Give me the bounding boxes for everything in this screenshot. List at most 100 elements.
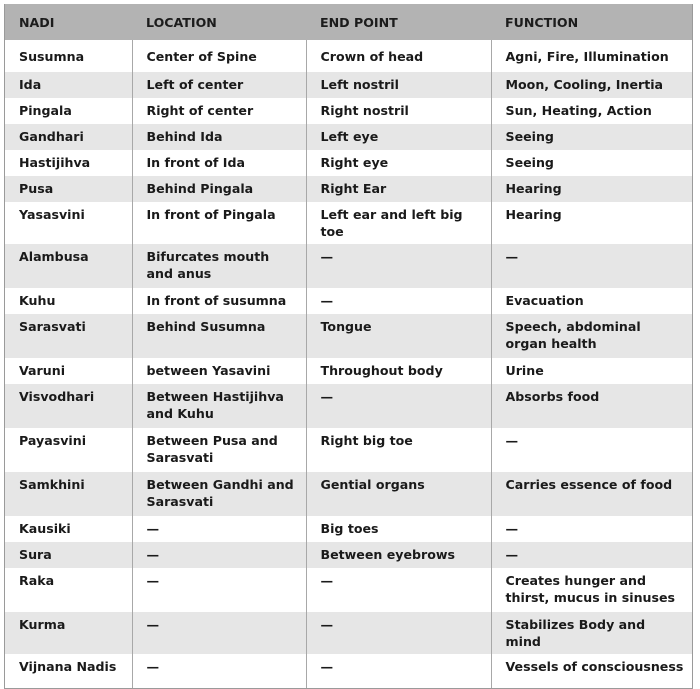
cell-function: — bbox=[490, 428, 692, 472]
cell-location: In front of Ida bbox=[131, 150, 306, 176]
cell-end-point: Crown of head bbox=[305, 40, 491, 72]
cell-end-point: — bbox=[305, 654, 491, 688]
cell-function: — bbox=[490, 244, 692, 288]
cell-location: Between Gandhi and Sarasvati bbox=[131, 472, 306, 516]
cell-function: Creates hunger and thirst, mucus in sinu… bbox=[490, 568, 692, 612]
cell-location: — bbox=[131, 654, 306, 688]
cell-nadi: Alambusa bbox=[5, 244, 132, 288]
cell-function: — bbox=[490, 542, 692, 568]
cell-nadi: Pusa bbox=[5, 176, 132, 202]
cell-nadi: Raka bbox=[5, 568, 132, 612]
cell-location: between Yasavini bbox=[131, 358, 306, 384]
cell-function: Carries essence of food bbox=[490, 472, 692, 516]
cell-end-point: — bbox=[305, 612, 491, 654]
header-function: FUNCTION bbox=[491, 4, 692, 40]
table-row: Varuni between Yasavini Throughout body … bbox=[5, 358, 692, 384]
cell-location: In front of susumna bbox=[131, 288, 306, 314]
cell-function: — bbox=[490, 516, 692, 542]
nadi-table: NADI LOCATION END POINT FUNCTION Susumna… bbox=[5, 4, 692, 688]
cell-function: Hearing bbox=[490, 202, 692, 244]
cell-end-point: Left nostril bbox=[305, 72, 491, 98]
header-row: NADI LOCATION END POINT FUNCTION bbox=[5, 4, 692, 40]
cell-nadi: Sura bbox=[5, 542, 132, 568]
cell-location: — bbox=[131, 568, 306, 612]
cell-location: — bbox=[131, 542, 306, 568]
table-row: Raka — — Creates hunger and thirst, mucu… bbox=[5, 568, 692, 612]
cell-end-point: Right big toe bbox=[305, 428, 491, 472]
cell-end-point: Big toes bbox=[305, 516, 491, 542]
cell-end-point: — bbox=[305, 568, 491, 612]
cell-location: In front of Pingala bbox=[131, 202, 306, 244]
cell-location: Between Pusa and Sarasvati bbox=[131, 428, 306, 472]
cell-location: — bbox=[131, 612, 306, 654]
cell-end-point: Throughout body bbox=[305, 358, 491, 384]
cell-function: Moon, Cooling, Inertia bbox=[490, 72, 692, 98]
table-row: Payasvini Between Pusa and Sarasvati Rig… bbox=[5, 428, 692, 472]
cell-location: Right of center bbox=[131, 98, 306, 124]
cell-function: Agni, Fire, Illumination bbox=[490, 40, 692, 72]
cell-end-point: Right nostril bbox=[305, 98, 491, 124]
cell-location: Bifurcates mouth and anus bbox=[131, 244, 306, 288]
cell-function: Sun, Heating, Action bbox=[490, 98, 692, 124]
cell-nadi: Kuhu bbox=[5, 288, 132, 314]
table-row: Susumna Center of Spine Crown of head Ag… bbox=[5, 40, 692, 72]
cell-end-point: Right eye bbox=[305, 150, 491, 176]
table-row: Yasasvini In front of Pingala Left ear a… bbox=[5, 202, 692, 244]
cell-nadi: Yasasvini bbox=[5, 202, 132, 244]
cell-function: Stabilizes Body and mind bbox=[490, 612, 692, 654]
cell-function: Seeing bbox=[490, 150, 692, 176]
table-row: Kurma — — Stabilizes Body and mind bbox=[5, 612, 692, 654]
cell-nadi: Ida bbox=[5, 72, 132, 98]
cell-location: Between Hastijihva and Kuhu bbox=[131, 384, 306, 428]
cell-end-point: — bbox=[305, 288, 491, 314]
header-location: LOCATION bbox=[132, 4, 306, 40]
cell-nadi: Sarasvati bbox=[5, 314, 132, 358]
table-row: Pingala Right of center Right nostril Su… bbox=[5, 98, 692, 124]
table-row: Samkhini Between Gandhi and Sarasvati Ge… bbox=[5, 472, 692, 516]
table-row: Kausiki — Big toes — bbox=[5, 516, 692, 542]
header-nadi: NADI bbox=[5, 4, 132, 40]
cell-nadi: Kausiki bbox=[5, 516, 132, 542]
cell-function: Seeing bbox=[490, 124, 692, 150]
cell-end-point: — bbox=[305, 244, 491, 288]
nadi-table-container: NADI LOCATION END POINT FUNCTION Susumna… bbox=[4, 4, 693, 689]
cell-end-point: Right Ear bbox=[305, 176, 491, 202]
table-row: Vijnana Nadis — — Vessels of consciousne… bbox=[5, 654, 692, 688]
cell-nadi: Susumna bbox=[5, 40, 132, 72]
cell-location: Behind Pingala bbox=[131, 176, 306, 202]
table-row: Ida Left of center Left nostril Moon, Co… bbox=[5, 72, 692, 98]
cell-end-point: Tongue bbox=[305, 314, 491, 358]
cell-end-point: Left ear and left big toe bbox=[305, 202, 491, 244]
header-end-point: END POINT bbox=[306, 4, 491, 40]
cell-location: Behind Susumna bbox=[131, 314, 306, 358]
table-row: Gandhari Behind Ida Left eye Seeing bbox=[5, 124, 692, 150]
cell-location: — bbox=[131, 516, 306, 542]
cell-end-point: Gential organs bbox=[305, 472, 491, 516]
cell-location: Left of center bbox=[131, 72, 306, 98]
table-row: Hastijihva In front of Ida Right eye See… bbox=[5, 150, 692, 176]
cell-function: Absorbs food bbox=[490, 384, 692, 428]
cell-nadi: Vijnana Nadis bbox=[5, 654, 132, 688]
cell-function: Hearing bbox=[490, 176, 692, 202]
table-body: Susumna Center of Spine Crown of head Ag… bbox=[5, 40, 692, 688]
cell-location: Behind Ida bbox=[131, 124, 306, 150]
cell-nadi: Hastijihva bbox=[5, 150, 132, 176]
cell-nadi: Samkhini bbox=[5, 472, 132, 516]
cell-nadi: Gandhari bbox=[5, 124, 132, 150]
table-row: Alambusa Bifurcates mouth and anus — — bbox=[5, 244, 692, 288]
table-row: Sarasvati Behind Susumna Tongue Speech, … bbox=[5, 314, 692, 358]
table-header: NADI LOCATION END POINT FUNCTION bbox=[5, 4, 692, 40]
table-row: Pusa Behind Pingala Right Ear Hearing bbox=[5, 176, 692, 202]
table-row: Sura — Between eyebrows — bbox=[5, 542, 692, 568]
cell-function: Speech, abdominal organ health bbox=[490, 314, 692, 358]
table-row: Kuhu In front of susumna — Evacuation bbox=[5, 288, 692, 314]
cell-function: Evacuation bbox=[490, 288, 692, 314]
cell-function: Vessels of consciousness bbox=[490, 654, 692, 688]
cell-end-point: Between eyebrows bbox=[305, 542, 491, 568]
cell-function: Urine bbox=[490, 358, 692, 384]
table-row: Visvodhari Between Hastijihva and Kuhu —… bbox=[5, 384, 692, 428]
cell-end-point: — bbox=[305, 384, 491, 428]
cell-nadi: Pingala bbox=[5, 98, 132, 124]
cell-end-point: Left eye bbox=[305, 124, 491, 150]
cell-nadi: Payasvini bbox=[5, 428, 132, 472]
